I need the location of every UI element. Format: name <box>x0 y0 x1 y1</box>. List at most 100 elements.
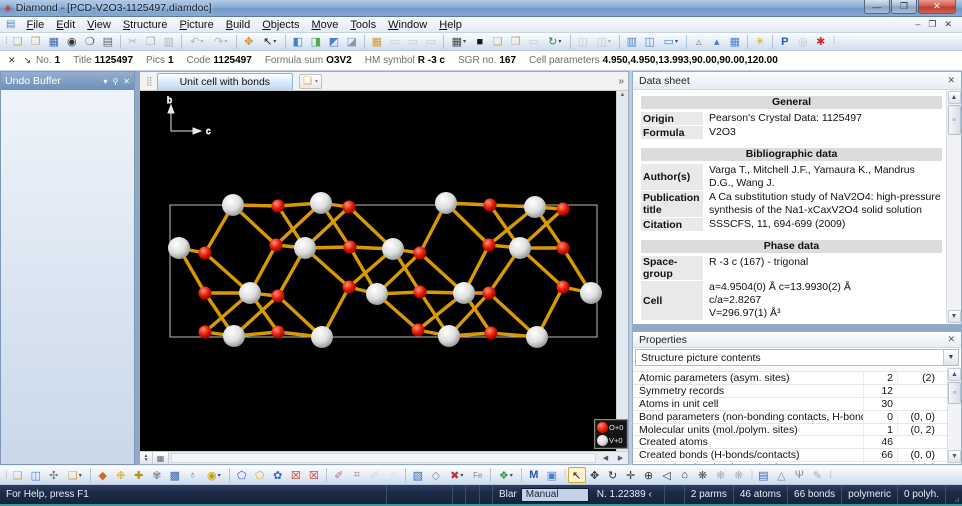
build-tools-icon[interactable]: ✣ <box>45 467 63 483</box>
chart-fork-icon[interactable]: Ψ <box>790 467 808 483</box>
back-view-icon[interactable]: ◁ <box>658 467 676 483</box>
menu-help[interactable]: Help <box>433 18 468 32</box>
picture-layers-icon[interactable]: ◫ <box>27 467 45 483</box>
menu-picture[interactable]: Picture <box>173 18 219 32</box>
new-document-icon[interactable]: ❏ <box>9 34 27 50</box>
tab-overflow-button[interactable]: » <box>618 76 624 87</box>
camera-icon[interactable]: ◎ <box>794 34 812 50</box>
split-horizontal-icon[interactable]: ▥ <box>623 34 641 50</box>
rotate-mode-icon[interactable]: ↻ <box>604 467 622 483</box>
scroll-down-icon[interactable]: ▼ <box>948 450 961 463</box>
open-icon[interactable]: ❐ <box>27 34 45 50</box>
paste-icon[interactable]: ▥ <box>160 34 178 50</box>
toolbar-grip[interactable]: ⁞ <box>5 36 6 47</box>
create-atom-icon[interactable]: ◆ <box>94 467 112 483</box>
close-record-icon[interactable]: ✕ <box>8 55 16 66</box>
menu-tools[interactable]: Tools <box>344 18 382 32</box>
zoom-mode-icon[interactable]: ⊕ <box>640 467 658 483</box>
bond-create-icon[interactable]: ✐ <box>330 467 348 483</box>
mdi-close-button[interactable]: ✕ <box>944 19 952 30</box>
print-icon[interactable]: ▤ <box>99 34 117 50</box>
cell-edges-yellow-icon[interactable]: ⬠ <box>251 467 269 483</box>
toolbar-grip[interactable]: ⁞ <box>5 470 6 481</box>
thumb-gray-icon[interactable]: ▵ <box>690 34 708 50</box>
letter-m-icon[interactable]: M <box>525 467 543 483</box>
scroll-up-icon[interactable]: ▲ <box>948 368 961 381</box>
property-row[interactable]: Bond parameters (non-bonding contacts, H… <box>633 411 947 424</box>
tool-d-icon[interactable]: ▭ <box>525 34 543 50</box>
spin-x-icon[interactable]: ❋ <box>712 467 730 483</box>
contact-gray-icon[interactable]: ○ <box>384 467 402 483</box>
molecules-icon[interactable]: ✾ <box>148 467 166 483</box>
minimize-button[interactable]: — <box>864 0 890 14</box>
scrollbar-thumb[interactable]: ≡ <box>948 382 961 404</box>
scroll-up-icon[interactable]: ▲ <box>620 92 626 98</box>
toolbar-grip[interactable]: ⁞ <box>564 470 565 481</box>
property-row[interactable]: Created molecules (complete)0(0) <box>633 462 947 464</box>
menu-build[interactable]: Build <box>220 18 256 32</box>
spin-y-icon[interactable]: ❋ <box>730 467 748 483</box>
toolbar-grip[interactable]: ⁞ <box>751 470 752 481</box>
data-sheet-close-icon[interactable]: ✕ <box>947 75 955 86</box>
plane-icon[interactable]: ◇ <box>427 467 445 483</box>
property-row[interactable]: Atomic parameters (asym. sites)2(2) <box>633 372 947 385</box>
data-brief-view-icon[interactable]: ◩ <box>325 34 343 50</box>
chart-triangle-icon[interactable]: △ <box>772 467 790 483</box>
cell-edges-blue-icon[interactable]: ⬠ <box>233 467 251 483</box>
table-view-icon[interactable]: ◪ <box>343 34 361 50</box>
atom-group-icon[interactable]: ✿ <box>269 467 287 483</box>
document-icon[interactable]: ▤ <box>6 19 15 30</box>
undo-icon[interactable]: ↶▾ <box>185 34 209 50</box>
resize-grip[interactable]: ⣠ <box>946 485 962 504</box>
picture-edit-icon[interactable]: ❏ <box>9 467 27 483</box>
status-mode-value[interactable]: Manual <box>521 488 589 502</box>
menu-file[interactable]: File <box>20 18 50 32</box>
properties-close-icon[interactable]: ✕ <box>947 334 955 345</box>
menu-move[interactable]: Move <box>306 18 345 32</box>
canvas-vertical-scrollbar[interactable]: ▲ ▼ <box>616 91 628 451</box>
property-row[interactable]: Symmetry records12 <box>633 385 947 398</box>
find-icon[interactable]: ◉ <box>63 34 81 50</box>
packing-icon[interactable]: ▩ <box>166 467 184 483</box>
pan-hand-icon[interactable]: ✥ <box>240 34 258 50</box>
window-b-icon[interactable]: ◫▾ <box>592 34 616 50</box>
create-cluster-icon[interactable]: ❉ <box>112 467 130 483</box>
menu-window[interactable]: Window <box>382 18 433 32</box>
select-pointer-icon[interactable]: ↖▾ <box>258 34 282 50</box>
menu-edit[interactable]: Edit <box>50 18 81 32</box>
panel-menu-icon[interactable]: ▾ <box>103 77 107 86</box>
picture-black-icon[interactable]: ■ <box>471 34 489 50</box>
fill-menu-icon[interactable]: ◉▾ <box>202 467 226 483</box>
grid-view-icon[interactable]: ▦▾ <box>447 34 471 50</box>
close-button[interactable]: ✕ <box>918 0 956 14</box>
spin-icon[interactable]: ❋ <box>694 467 712 483</box>
window-a-icon[interactable]: ◫ <box>574 34 592 50</box>
property-row[interactable]: Molecular units (mol./polym. sites)1(0, … <box>633 424 947 437</box>
update-picture-icon[interactable]: ↻▾ <box>543 34 567 50</box>
split-vertical-icon[interactable]: ◫ <box>641 34 659 50</box>
move-all-icon[interactable]: ✥ <box>586 467 604 483</box>
data-table-icon[interactable]: ▦ <box>726 34 744 50</box>
copy-picture-icon[interactable]: ❐ <box>507 34 525 50</box>
pin-icon[interactable]: ⚲ <box>112 77 118 86</box>
toolbar-end-grip[interactable]: ⁞ <box>833 36 834 47</box>
tabbar-grip-icon[interactable]: ⣿ <box>146 76 153 87</box>
data-sheet-view-icon[interactable]: ◨ <box>307 34 325 50</box>
tool-a-icon[interactable]: ▭ <box>386 34 404 50</box>
scrollbar-thumb[interactable]: ≡ <box>948 105 961 135</box>
bond-gray-icon[interactable]: ✐ <box>366 467 384 483</box>
coordination-icon[interactable]: ♁ <box>184 467 202 483</box>
tool-b-icon[interactable]: ▭ <box>404 34 422 50</box>
properties-selector[interactable]: Structure picture contents ▼ <box>635 349 959 366</box>
split-custom-icon[interactable]: ▭▾ <box>659 34 683 50</box>
picture-menu-icon[interactable]: ❏▾ <box>63 467 87 483</box>
structure-canvas[interactable]: b c O+0 V+0 <box>140 91 616 451</box>
menu-objects[interactable]: Objects <box>256 18 305 32</box>
video-track-icon[interactable]: ✱ <box>812 34 830 50</box>
scroll-up-icon[interactable]: ▲ <box>948 91 961 104</box>
select-arrow-icon[interactable]: ↖ <box>568 467 586 483</box>
save-picture-icon[interactable]: ▦ <box>368 34 386 50</box>
menu-structure[interactable]: Structure <box>117 18 174 32</box>
fe-label-icon[interactable]: Fe <box>469 467 487 483</box>
tool-c-icon[interactable]: ▭ <box>422 34 440 50</box>
